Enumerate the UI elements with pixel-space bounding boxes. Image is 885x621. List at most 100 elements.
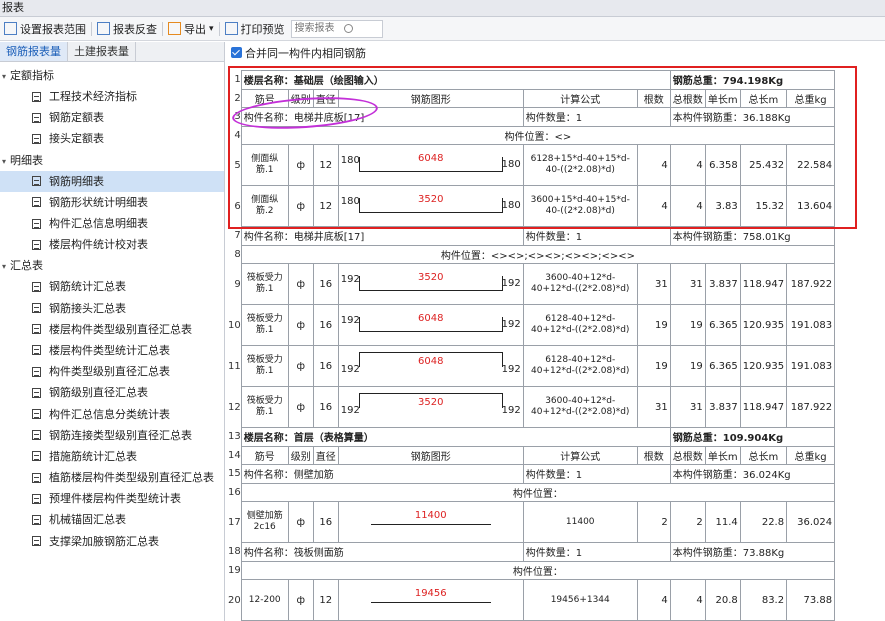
tree-item[interactable]: 构件汇总信息分类统计表 <box>0 403 224 424</box>
tree-item[interactable]: 钢筋形状统计明细表 <box>0 192 224 213</box>
tree-item[interactable]: 工程技术经济指标 <box>0 86 224 107</box>
component-weight: 本构件钢筋重：36.188Kg <box>669 107 836 127</box>
tree-item[interactable]: 楼层构件统计校对表 <box>0 234 224 255</box>
bar-unit-length: 3.83 <box>704 185 741 227</box>
tree-item[interactable]: 支撑梁加腋钢筋汇总表 <box>0 531 224 552</box>
row-number: 3 <box>234 111 241 123</box>
tree-group-summary[interactable]: ▾ 汇总表 <box>0 255 224 276</box>
bar-id: 筏板受力筋.1 <box>240 304 289 346</box>
row-number: 6 <box>234 200 241 212</box>
chevron-down-icon[interactable]: ▾ <box>2 66 10 87</box>
tree-item[interactable]: 钢筋连接类型级别直径汇总表 <box>0 425 224 446</box>
item-label: 钢筋接头汇总表 <box>49 301 126 315</box>
tree-group-detail[interactable]: ▾ 明细表 <box>0 150 224 171</box>
tree-group-quota[interactable]: ▾ 定额指标 <box>0 65 224 86</box>
table-row[interactable]: 20 12-200 ф 12 19456 19456+1344 4 4 20.8… <box>228 579 836 621</box>
bar-total-weight: 191.083 <box>786 345 836 387</box>
column-header: 单长m <box>704 88 741 108</box>
table-row: 18 构件名称：筏板侧面筋 构件数量：1 本构件钢筋重：73.88Kg <box>228 542 836 562</box>
tree-item[interactable]: 楼层构件类型级别直径汇总表 <box>0 319 224 340</box>
bar-unit-length: 6.358 <box>704 144 741 186</box>
tree-item[interactable]: 构件汇总信息明细表 <box>0 213 224 234</box>
component-name[interactable]: 构件名称：电梯井底板[17] <box>240 107 524 127</box>
row-number: 13 <box>228 431 241 443</box>
report-icon <box>32 430 41 441</box>
report-icon <box>32 281 41 292</box>
column-header: 根数 <box>636 88 671 108</box>
bar-count: 19 <box>636 345 671 387</box>
bar-grade: ф <box>287 144 314 186</box>
bar-total-weight: 187.922 <box>786 386 836 428</box>
set-range-button[interactable]: 设置报表范围 <box>0 18 90 40</box>
component-count: 构件数量：1 <box>522 464 671 484</box>
bar-diameter: 16 <box>312 501 339 543</box>
row-number: 1 <box>234 74 241 86</box>
table-row[interactable]: 17 侧壁加筋2c16 ф 16 11400 11400 2 2 11.4 22… <box>228 501 836 543</box>
table-row[interactable]: 11 筏板受力筋.1 ф 16 192 6048 192 6128-40+12*d-… <box>228 345 836 387</box>
tree-item[interactable]: 钢筋统计汇总表 <box>0 276 224 297</box>
tree-item[interactable]: 钢筋接头汇总表 <box>0 298 224 319</box>
item-label: 机械锚固汇总表 <box>49 513 126 527</box>
merge-option[interactable]: 合并同一构件内相同钢筋 <box>226 42 885 63</box>
row-number: 12 <box>228 401 241 413</box>
column-header: 总根数 <box>669 445 706 465</box>
tree-item[interactable]: 楼层构件类型统计汇总表 <box>0 340 224 361</box>
export-label: 导出 <box>184 22 206 36</box>
tree-item-selected[interactable]: 钢筋明细表 <box>0 170 224 192</box>
report-sidebar: 钢筋报表量 土建报表量 ▾ 定额指标 工程技术经济指标 钢筋定额表 接头定额表 ▾… <box>0 42 225 621</box>
table-row[interactable]: 5 侧面纵筋.1 ф 12 180 6048 180 6128+15*d-40+15… <box>228 144 836 186</box>
row-number: 16 <box>228 486 241 498</box>
report-icon <box>32 514 41 525</box>
group-label: 汇总表 <box>10 259 43 273</box>
item-label: 构件汇总信息明细表 <box>49 217 148 231</box>
shape-length: 19456 <box>414 588 447 599</box>
tree-item[interactable]: 钢筋级别直径汇总表 <box>0 382 224 403</box>
column-header: 总重kg <box>786 445 836 465</box>
group-label: 定额指标 <box>10 69 54 82</box>
tree-item[interactable]: 构件类型级别直径汇总表 <box>0 361 224 382</box>
export-button[interactable]: 导出 ▾ <box>164 18 218 40</box>
tree-item[interactable]: 机械锚固汇总表 <box>0 509 224 530</box>
table-row[interactable]: 6 侧面纵筋.2 ф 12 180 3520 180 3600+15*d-40+15… <box>228 185 836 227</box>
report-icon <box>32 345 41 356</box>
bar-count: 4 <box>636 185 671 227</box>
table-row[interactable]: 12 筏板受力筋.1 ф 16 192 3520 192 3600-40+12*d-… <box>228 386 836 428</box>
item-label: 楼层构件统计校对表 <box>49 238 148 252</box>
bar-total-count: 19 <box>669 345 706 387</box>
column-header: 级别 <box>287 445 314 465</box>
tree-item[interactable]: 措施筋统计汇总表 <box>0 446 224 467</box>
search-icon[interactable] <box>343 23 353 33</box>
table-row[interactable]: 9 筏板受力筋.1 ф 16 192 3520 192 3600-40+12*d-4… <box>228 263 836 305</box>
row-number: 8 <box>234 248 241 260</box>
shape-right-length: 180 <box>501 200 521 211</box>
report-icon <box>32 303 41 314</box>
chevron-down-icon[interactable]: ▾ <box>2 151 10 172</box>
bar-shape: 180 6048 180 <box>337 144 524 186</box>
tab-rebar[interactable]: 钢筋报表量 <box>0 42 68 61</box>
checkbox-icon[interactable] <box>231 47 242 58</box>
bar-count: 4 <box>636 579 671 621</box>
tab-civil[interactable]: 土建报表量 <box>68 42 136 61</box>
column-header: 直径 <box>312 445 339 465</box>
table-row: 7 构件名称：电梯井底板[17] 构件数量：1 本构件钢筋重：758.01Kg <box>228 226 836 246</box>
bar-formula: 11400 <box>522 501 638 543</box>
table-row: 13 楼层名称：首层（表格算量） 钢筋总重：109.904Kg <box>228 427 836 447</box>
column-header: 筋号 <box>240 88 289 108</box>
print-preview-button[interactable]: 打印预览 <box>221 18 289 40</box>
grid-icon <box>97 22 110 35</box>
check-button[interactable]: 报表反查 <box>93 18 161 40</box>
bar-count: 2 <box>636 501 671 543</box>
tree-item[interactable]: 植筋楼层构件类型级别直径汇总表 <box>0 467 224 488</box>
table-row[interactable]: 10 筏板受力筋.1 ф 16 192 6048 192 6128-40+12*d-… <box>228 304 836 346</box>
table-row: 8 构件位置：<><>;<><>;<><>;<><> <box>228 244 836 264</box>
chevron-down-icon[interactable]: ▾ <box>2 256 10 277</box>
search-input[interactable] <box>290 19 383 38</box>
report-view: 合并同一构件内相同钢筋 1 楼层名称：基础层（绘图输入） 钢筋总重：794.19… <box>226 42 885 621</box>
row-number: 2 <box>234 92 241 104</box>
tree-item[interactable]: 预埋件楼层构件类型统计表 <box>0 488 224 509</box>
bar-total-length: 120.935 <box>739 304 788 346</box>
tree-item[interactable]: 钢筋定额表 <box>0 107 224 128</box>
component-weight: 本构件钢筋重：758.01Kg <box>669 226 836 246</box>
bar-total-length: 120.935 <box>739 345 788 387</box>
tree-item[interactable]: 接头定额表 <box>0 128 224 149</box>
